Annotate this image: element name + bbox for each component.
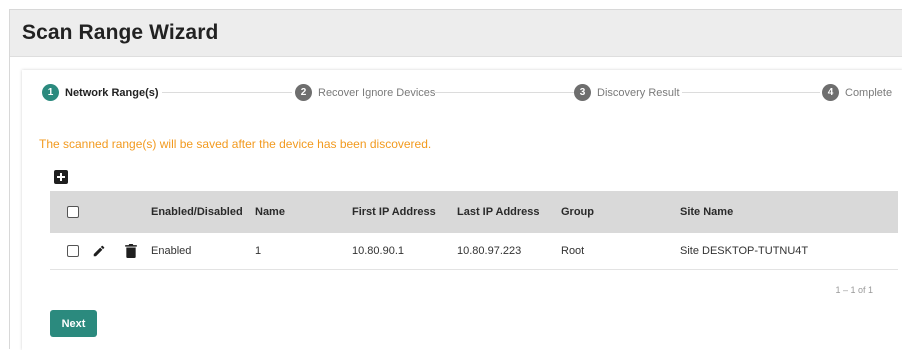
step-connector	[162, 92, 292, 93]
select-all-checkbox[interactable]	[67, 206, 79, 218]
cell-site-name: Site DESKTOP-TUTNU4T	[680, 245, 809, 257]
cell-last-ip: 10.80.97.223	[457, 245, 522, 257]
step-number: 3	[574, 84, 591, 101]
title-bar: Scan Range Wizard	[10, 10, 902, 57]
step-connector	[434, 92, 574, 93]
column-header-site-name[interactable]: Site Name	[680, 191, 733, 233]
step-recover-ignore-devices[interactable]: 2 Recover Ignore Devices	[295, 84, 436, 101]
window-title: Scan Range Wizard	[22, 21, 219, 44]
select-all-checkbox-cell	[67, 191, 79, 233]
wizard-window: Scan Range Wizard 1 Network Range(s) 2 R…	[9, 9, 902, 350]
scan-range-table: Enabled/Disabled Name First IP Address L…	[50, 191, 898, 270]
pagination-status: 1 – 1 of 1	[835, 285, 873, 295]
column-header-group[interactable]: Group	[561, 191, 594, 233]
wizard-panel: 1 Network Range(s) 2 Recover Ignore Devi…	[22, 70, 902, 350]
add-icon[interactable]	[54, 170, 68, 184]
step-network-ranges[interactable]: 1 Network Range(s)	[42, 84, 159, 101]
cell-first-ip: 10.80.90.1	[352, 245, 404, 257]
stepper: 1 Network Range(s) 2 Recover Ignore Devi…	[42, 80, 902, 106]
delete-icon[interactable]	[125, 233, 137, 269]
column-header-first-ip[interactable]: First IP Address	[352, 191, 436, 233]
step-number: 4	[822, 84, 839, 101]
next-button[interactable]: Next	[50, 310, 97, 337]
column-header-last-ip[interactable]: Last IP Address	[457, 191, 540, 233]
cell-group: Root	[561, 245, 585, 257]
step-label: Discovery Result	[597, 86, 680, 99]
step-connector	[682, 92, 820, 93]
row-checkbox-cell	[67, 233, 79, 269]
save-notice: The scanned range(s) will be saved after…	[39, 137, 432, 151]
table-header: Enabled/Disabled Name First IP Address L…	[50, 191, 898, 233]
row-checkbox[interactable]	[67, 245, 79, 257]
cell-name: 1	[255, 245, 262, 257]
table-row: Enabled 1 10.80.90.1 10.80.97.223 Root S…	[50, 233, 898, 270]
column-header-enabled[interactable]: Enabled/Disabled	[151, 191, 243, 233]
cell-enabled: Enabled	[151, 245, 192, 257]
step-complete[interactable]: 4 Complete	[822, 84, 893, 101]
step-number: 1	[42, 84, 59, 101]
edit-icon[interactable]	[92, 233, 106, 269]
step-label: Complete	[845, 86, 893, 99]
column-header-name[interactable]: Name	[255, 191, 285, 233]
step-number: 2	[295, 84, 312, 101]
step-label: Network Range(s)	[65, 86, 159, 99]
step-label: Recover Ignore Devices	[318, 86, 436, 99]
step-discovery-result[interactable]: 3 Discovery Result	[574, 84, 680, 101]
